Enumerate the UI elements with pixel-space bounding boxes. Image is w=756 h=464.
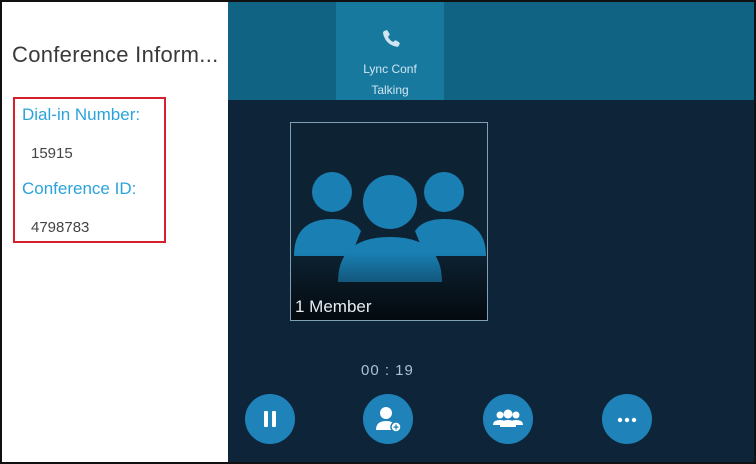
dialin-number-value: 15915 xyxy=(31,145,73,162)
call-screen: Lync Conf Talking 1 Member 00 : 19 xyxy=(228,2,754,462)
add-person-icon xyxy=(376,407,402,433)
more-icon xyxy=(617,417,637,423)
more-button[interactable] xyxy=(602,394,652,444)
add-participant-button[interactable] xyxy=(363,394,413,444)
pause-icon xyxy=(264,411,276,427)
hold-button[interactable] xyxy=(245,394,295,444)
call-tab-status: Talking xyxy=(371,83,409,97)
manage-members-button[interactable] xyxy=(483,394,533,444)
member-count: 1 Member xyxy=(295,297,372,316)
call-tab-lync-conf[interactable]: Lync Conf Talking xyxy=(336,2,444,100)
dialin-number-label: Dial-in Number: xyxy=(22,105,141,124)
member-card[interactable]: 1 Member xyxy=(290,122,488,321)
call-timer: 00 : 19 xyxy=(361,362,414,379)
call-tab-name: Lync Conf xyxy=(363,62,417,76)
phone-screen: Conference Inform... Dial-in Number: 159… xyxy=(0,0,756,464)
highlight-box: Dial-in Number: 15915 Conference ID: 479… xyxy=(13,97,166,243)
conference-id-label: Conference ID: xyxy=(22,179,137,198)
group-icon xyxy=(493,409,523,427)
page-title: Conference Inform... xyxy=(12,42,219,67)
phone-icon xyxy=(382,30,400,47)
call-tab-bar: Lync Conf Talking xyxy=(228,2,754,100)
conference-info-panel: Conference Inform... Dial-in Number: 159… xyxy=(2,2,228,462)
conference-id-value: 4798783 xyxy=(31,219,90,236)
